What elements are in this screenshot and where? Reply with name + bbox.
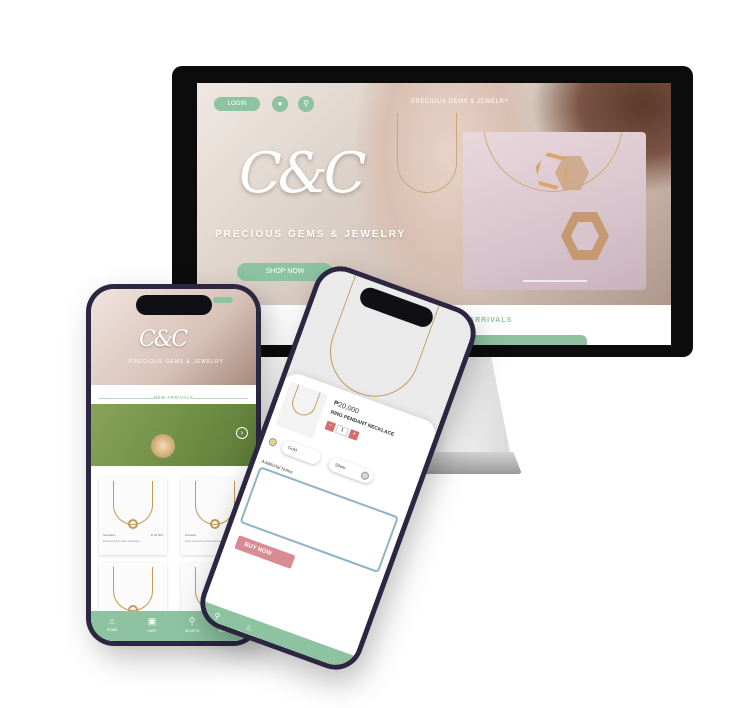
login-button[interactable]: LOGIN [214,97,260,111]
search-icon[interactable]: ⚲ [298,96,314,112]
brand-logo: C&C [239,141,367,206]
gold-swatch[interactable] [267,437,279,448]
hero-tagline: PRECIOUS GEMS & JEWELRY [215,229,407,240]
color-label: Silver [334,461,347,471]
home-icon: ⌂ [109,616,115,626]
charm-image [210,519,220,529]
product-desc: Gold Heart Pendant Necklace [185,539,225,543]
arrivals-banner[interactable]: › [91,404,256,466]
quantity-value: 1 [334,424,350,437]
necklace-chain [397,113,457,193]
silver-swatch [359,470,371,481]
cart-icon: ▣ [147,616,157,626]
brand-logo: C&C [139,327,188,352]
dynamic-island [136,295,212,315]
product-thumbnail [274,381,329,439]
buy-now-button[interactable]: BUY NOW [234,535,296,569]
hero-tagline: PRECIOUS GEMS & JEWELRY [129,359,224,365]
chevron-right-icon[interactable]: › [236,427,248,439]
user-icon[interactable]: ● [272,96,288,112]
nav-search[interactable]: ⚲ SEARCH [177,616,207,633]
product-card[interactable]: Necklace ₱ 20,000 Diamond Pendant Neckla… [99,477,167,555]
product-name: Pendant [185,533,197,537]
product-price: ₱ 20,000 [150,533,163,537]
product-name: Necklace [103,533,116,537]
nav-label: SEARCH [184,629,200,633]
arrivals-banner [457,335,587,345]
color-option-gold[interactable]: Gold [279,439,323,466]
nav-label: HOME [106,628,118,632]
pendant-image [151,434,175,458]
charm-image [128,519,138,529]
carousel-indicator[interactable] [523,280,587,282]
hero-product-card[interactable] [463,132,646,290]
divider [193,398,248,399]
color-label: Gold [287,444,298,453]
product-desc: Diamond Pendant Necklace [103,539,141,543]
increment-button[interactable]: + [348,429,360,441]
nav-label: CART [147,629,157,633]
color-option-silver[interactable]: Silver [326,456,375,486]
necklace-image [288,384,321,419]
nav-cart[interactable]: ▣ CART [137,616,167,633]
nav-home[interactable]: ⌂ HOME [97,616,127,632]
decrement-button[interactable]: − [324,420,337,433]
login-button[interactable] [213,297,233,303]
header-tagline: PRECIOUS GEMS & JEWELRY [411,99,509,105]
